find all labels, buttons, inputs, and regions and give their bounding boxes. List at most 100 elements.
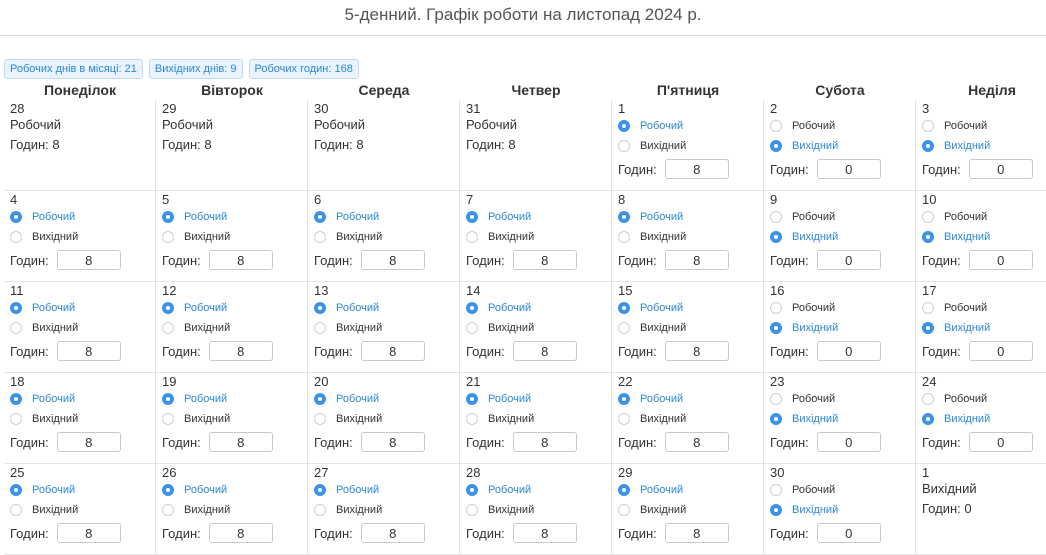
- radio-checked-icon[interactable]: [314, 211, 326, 223]
- radio-unchecked-icon[interactable]: [10, 231, 22, 243]
- work-radio-option[interactable]: Робочий: [618, 207, 757, 227]
- radio-unchecked-icon[interactable]: [466, 231, 478, 243]
- radio-unchecked-icon[interactable]: [770, 211, 782, 223]
- off-radio-option[interactable]: Вихідний: [314, 409, 453, 429]
- hours-input[interactable]: [360, 432, 425, 452]
- off-radio-option[interactable]: Вихідний: [922, 136, 1046, 156]
- off-radio-option[interactable]: Вихідний: [618, 136, 757, 156]
- off-radio-option[interactable]: Вихідний: [466, 227, 605, 247]
- radio-checked-icon[interactable]: [466, 302, 478, 314]
- hours-input[interactable]: [664, 523, 729, 543]
- hours-input[interactable]: [512, 250, 577, 270]
- work-radio-option[interactable]: Робочий: [10, 298, 149, 318]
- off-radio-option[interactable]: Вихідний: [618, 318, 757, 338]
- off-radio-option[interactable]: Вихідний: [162, 227, 301, 247]
- work-radio-option[interactable]: Робочий: [922, 389, 1046, 409]
- radio-checked-icon[interactable]: [10, 211, 22, 223]
- hours-input[interactable]: [664, 432, 729, 452]
- radio-unchecked-icon[interactable]: [10, 504, 22, 516]
- radio-unchecked-icon[interactable]: [770, 484, 782, 496]
- radio-unchecked-icon[interactable]: [314, 413, 326, 425]
- work-radio-option[interactable]: Робочий: [314, 207, 453, 227]
- radio-checked-icon[interactable]: [466, 393, 478, 405]
- radio-unchecked-icon[interactable]: [10, 413, 22, 425]
- radio-unchecked-icon[interactable]: [162, 231, 174, 243]
- work-radio-option[interactable]: Робочий: [618, 116, 757, 136]
- off-radio-option[interactable]: Вихідний: [466, 500, 605, 520]
- hours-input[interactable]: [360, 523, 425, 543]
- radio-checked-icon[interactable]: [618, 393, 630, 405]
- hours-input[interactable]: [56, 523, 121, 543]
- radio-unchecked-icon[interactable]: [314, 322, 326, 334]
- radio-checked-icon[interactable]: [10, 302, 22, 314]
- radio-checked-icon[interactable]: [770, 413, 782, 425]
- work-radio-option[interactable]: Робочий: [466, 298, 605, 318]
- hours-input[interactable]: [968, 159, 1033, 179]
- hours-input[interactable]: [360, 341, 425, 361]
- radio-checked-icon[interactable]: [162, 211, 174, 223]
- work-radio-option[interactable]: Робочий: [618, 298, 757, 318]
- radio-checked-icon[interactable]: [618, 302, 630, 314]
- radio-checked-icon[interactable]: [770, 504, 782, 516]
- off-radio-option[interactable]: Вихідний: [922, 227, 1046, 247]
- work-radio-option[interactable]: Робочий: [10, 207, 149, 227]
- radio-checked-icon[interactable]: [618, 484, 630, 496]
- radio-unchecked-icon[interactable]: [770, 120, 782, 132]
- hours-input[interactable]: [664, 250, 729, 270]
- hours-input[interactable]: [56, 432, 121, 452]
- radio-checked-icon[interactable]: [162, 484, 174, 496]
- radio-unchecked-icon[interactable]: [770, 302, 782, 314]
- work-radio-option[interactable]: Робочий: [770, 116, 909, 136]
- hours-input[interactable]: [968, 432, 1033, 452]
- off-radio-option[interactable]: Вихідний: [162, 409, 301, 429]
- hours-input[interactable]: [816, 250, 881, 270]
- radio-checked-icon[interactable]: [770, 322, 782, 334]
- hours-input[interactable]: [208, 523, 273, 543]
- off-radio-option[interactable]: Вихідний: [770, 136, 909, 156]
- off-radio-option[interactable]: Вихідний: [10, 318, 149, 338]
- hours-input[interactable]: [512, 341, 577, 361]
- radio-unchecked-icon[interactable]: [618, 231, 630, 243]
- radio-checked-icon[interactable]: [162, 302, 174, 314]
- radio-unchecked-icon[interactable]: [922, 302, 934, 314]
- off-radio-option[interactable]: Вихідний: [770, 318, 909, 338]
- hours-input[interactable]: [968, 341, 1033, 361]
- radio-unchecked-icon[interactable]: [618, 140, 630, 152]
- radio-unchecked-icon[interactable]: [922, 120, 934, 132]
- hours-input[interactable]: [512, 432, 577, 452]
- radio-unchecked-icon[interactable]: [618, 504, 630, 516]
- off-radio-option[interactable]: Вихідний: [10, 227, 149, 247]
- radio-checked-icon[interactable]: [922, 322, 934, 334]
- radio-checked-icon[interactable]: [618, 211, 630, 223]
- hours-input[interactable]: [664, 341, 729, 361]
- work-radio-option[interactable]: Робочий: [618, 480, 757, 500]
- work-radio-option[interactable]: Робочий: [618, 389, 757, 409]
- off-radio-option[interactable]: Вихідний: [770, 409, 909, 429]
- radio-unchecked-icon[interactable]: [314, 231, 326, 243]
- work-radio-option[interactable]: Робочий: [314, 298, 453, 318]
- work-radio-option[interactable]: Робочий: [162, 207, 301, 227]
- work-radio-option[interactable]: Робочий: [770, 480, 909, 500]
- hours-input[interactable]: [56, 341, 121, 361]
- off-radio-option[interactable]: Вихідний: [922, 318, 1046, 338]
- hours-input[interactable]: [360, 250, 425, 270]
- work-radio-option[interactable]: Робочий: [922, 207, 1046, 227]
- radio-unchecked-icon[interactable]: [618, 322, 630, 334]
- hours-input[interactable]: [56, 250, 121, 270]
- radio-checked-icon[interactable]: [922, 231, 934, 243]
- work-radio-option[interactable]: Робочий: [162, 298, 301, 318]
- work-radio-option[interactable]: Робочий: [10, 389, 149, 409]
- radio-checked-icon[interactable]: [314, 484, 326, 496]
- off-radio-option[interactable]: Вихідний: [770, 227, 909, 247]
- off-radio-option[interactable]: Вихідний: [922, 409, 1046, 429]
- radio-checked-icon[interactable]: [466, 484, 478, 496]
- off-radio-option[interactable]: Вихідний: [466, 318, 605, 338]
- off-radio-option[interactable]: Вихідний: [314, 500, 453, 520]
- radio-checked-icon[interactable]: [10, 393, 22, 405]
- radio-unchecked-icon[interactable]: [466, 322, 478, 334]
- hours-input[interactable]: [208, 341, 273, 361]
- work-radio-option[interactable]: Робочий: [770, 207, 909, 227]
- radio-unchecked-icon[interactable]: [162, 322, 174, 334]
- radio-unchecked-icon[interactable]: [162, 504, 174, 516]
- hours-input[interactable]: [816, 432, 881, 452]
